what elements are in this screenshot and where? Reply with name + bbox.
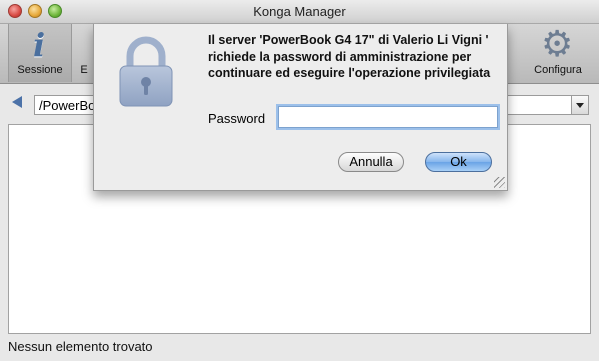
partially-hidden-toolbar-button[interactable]: E [74,24,94,82]
window-title: Konga Manager [253,4,346,19]
status-text: Nessun elemento trovato [8,339,153,354]
back-arrow-icon[interactable] [12,96,22,108]
partially-hidden-toolbar-label: E [80,64,88,76]
ok-button[interactable]: Ok [425,152,492,172]
info-icon: i [33,26,46,64]
configura-label: Configura [534,64,582,76]
main-window: Konga Manager i Sessione E ⚙ Configura /… [0,0,599,361]
sessione-button[interactable]: i Sessione [8,24,72,82]
dialog-message: Il server 'PowerBook G4 17" di Valerio L… [208,33,491,80]
chevron-down-icon[interactable] [571,96,588,114]
password-label: Password [208,111,266,126]
sessione-label: Sessione [17,64,63,76]
resize-grip-icon[interactable] [494,177,505,188]
title-bar: Konga Manager [0,0,599,24]
lock-icon [119,36,173,107]
cancel-button[interactable]: Annulla [338,152,404,172]
password-sheet: Il server 'PowerBook G4 17" di Valerio L… [93,24,508,191]
gear-icon: ⚙ [541,23,574,64]
password-field[interactable] [278,106,498,128]
configura-button[interactable]: ⚙ Configura [524,23,592,82]
